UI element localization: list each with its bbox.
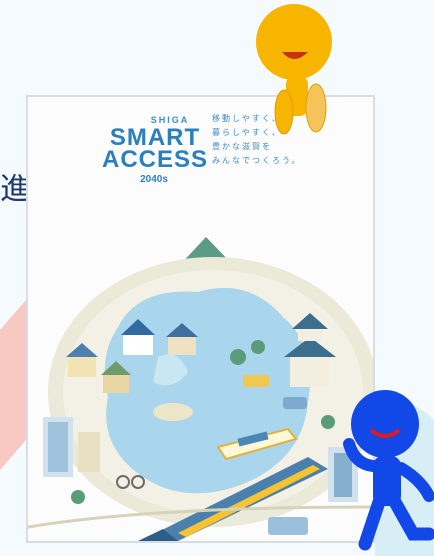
blue-mascot bbox=[343, 390, 434, 551]
brand-year: 2040s bbox=[140, 174, 168, 185]
island bbox=[153, 403, 193, 421]
tagline-line-4: みんなでつくろう。 bbox=[212, 156, 302, 165]
orange-mascot bbox=[256, 4, 332, 135]
smart-access-poster: SHIGA SMART ACCESS 2040s 移動しやすく、 暮らしやすく、… bbox=[26, 95, 375, 543]
city-illustration bbox=[28, 207, 373, 541]
brand-line-2: ACCESS bbox=[101, 146, 209, 173]
